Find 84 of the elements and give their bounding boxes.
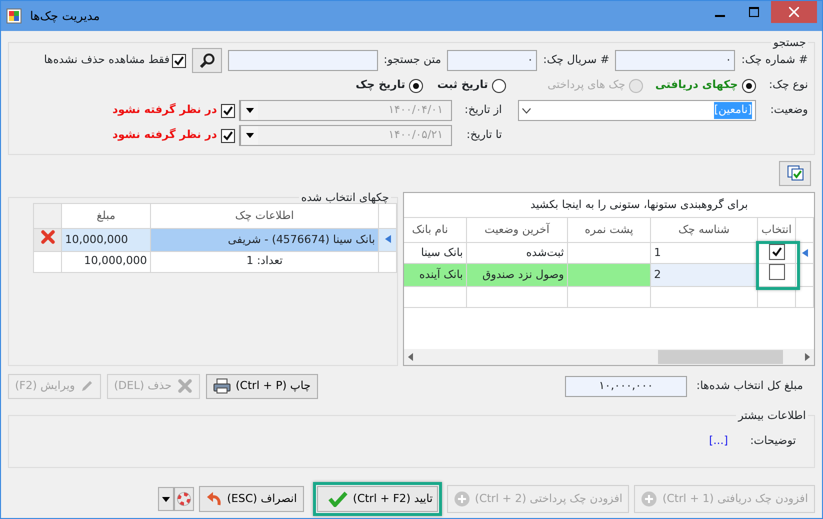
column-header[interactable]: مبلغ — [62, 204, 150, 228]
checkbox[interactable] — [172, 54, 186, 68]
table-cell: تعداد: 1 — [150, 251, 378, 272]
field-label: نوع چک: — [768, 77, 808, 94]
serial-field[interactable]: ٠ — [447, 50, 538, 71]
column-header[interactable]: آخرین وضعیت — [466, 218, 568, 242]
table-cell: بانک سینا (4576674) - شریفی — [150, 228, 378, 251]
field-label: # سریال چک: — [543, 52, 610, 68]
field-label: متن جستجو: — [384, 52, 442, 68]
radio-button[interactable] — [409, 78, 424, 92]
checkbox[interactable] — [768, 264, 784, 280]
field-value: ٠ — [527, 52, 534, 68]
chevron-icon — [522, 108, 531, 114]
checkbox[interactable] — [221, 128, 235, 142]
radio-label: چک های پرداختی — [548, 77, 626, 94]
scroll-right-icon — [805, 353, 810, 361]
printer-icon — [212, 378, 231, 394]
checkbox[interactable] — [768, 244, 784, 260]
checkbox[interactable] — [221, 104, 235, 118]
dropdown-value: [نامعین] — [714, 102, 752, 119]
field-label: وضعیت: — [769, 102, 808, 118]
field-label: # شماره چک: — [741, 52, 808, 68]
checkbox-label: در نظر گرفته نشود — [112, 102, 217, 118]
table-cell: 10,000,000 — [62, 251, 150, 272]
radio-label: چکهای دریافتی — [655, 77, 738, 94]
caret-icon — [162, 496, 170, 502]
select-all-button[interactable] — [779, 160, 811, 186]
menu-button[interactable] — [158, 487, 174, 511]
minimize-icon — [715, 15, 725, 17]
group-title: جستجو — [772, 37, 807, 48]
column-header[interactable]: انتخاب — [758, 218, 796, 242]
radio-button[interactable] — [492, 78, 506, 92]
maximize-icon — [749, 7, 759, 17]
app-icon — [6, 8, 22, 24]
scroll-left-icon — [408, 353, 413, 361]
field-label: تا تاریخ: — [465, 127, 502, 144]
delete-icon[interactable] — [40, 229, 56, 245]
field-label: مبلغ کل انتخاب شده‌ها: — [695, 378, 803, 394]
group-title: چکهای انتخاب شده — [300, 192, 390, 203]
details-link[interactable]: [...] — [709, 433, 728, 450]
horizontal-scrollbar[interactable] — [404, 349, 814, 365]
current-row-icon — [384, 235, 390, 244]
search-icon — [198, 52, 215, 68]
lifebuoy-icon — [176, 492, 191, 506]
radio-label: تاریخ ثبت — [437, 77, 488, 94]
table-cell: 10,000,000 — [62, 228, 150, 251]
field-value: ۱۴۰۰/۰۵/۲۱ — [388, 127, 443, 144]
field-value: ۱۰,۰۰۰,۰۰۰ — [598, 378, 654, 394]
field-label: توضیحات: — [750, 433, 796, 449]
dropdown-button[interactable] — [240, 101, 258, 120]
search-field[interactable] — [228, 50, 378, 71]
checklist-icon — [787, 165, 805, 181]
close-button[interactable] — [771, 1, 817, 23]
column-header[interactable]: پشت نمره — [568, 218, 650, 242]
dropdown-button[interactable] — [240, 126, 258, 145]
close-icon — [789, 7, 799, 17]
checkbox-label: فقط مشاهده حذف نشده‌ها — [44, 52, 170, 68]
search-button[interactable] — [192, 48, 222, 73]
window-title: مدیریت چک‌ها — [30, 8, 100, 25]
table-cell: وصول نزد صندوق — [466, 264, 568, 286]
field-label: از تاریخ: — [464, 102, 502, 118]
column-header[interactable]: نام بانک — [404, 218, 466, 242]
table-cell: 2 — [650, 264, 758, 286]
confirm-button[interactable]: تایید (Ctrl + F2) — [316, 486, 438, 512]
check-icon — [328, 491, 348, 507]
field-value: ۱۴۰۰/۰۴/۰۱ — [388, 102, 443, 118]
group-title: اطلاعات بیشتر — [736, 410, 807, 421]
radio-label: تاریخ چک — [356, 77, 406, 94]
column-header[interactable]: اطلاعات چک — [150, 204, 378, 228]
column-header[interactable]: شناسه چک — [650, 218, 758, 242]
print-button[interactable]: چاپ (Ctrl + P) — [206, 374, 318, 398]
radio-button[interactable] — [742, 78, 756, 92]
caret-icon — [246, 108, 254, 113]
field-value: ٠ — [726, 52, 732, 68]
caret-icon — [246, 133, 254, 138]
pencil-icon — [80, 379, 94, 393]
scroll-thumb[interactable] — [658, 350, 783, 364]
delete-icon — [176, 378, 193, 394]
checkbox-label: در نظر گرفته نشود — [112, 127, 217, 144]
cancel-button[interactable]: انصراف (ESC) — [198, 486, 304, 512]
plus-icon — [641, 491, 658, 507]
check-number-field[interactable]: ٠ — [615, 50, 736, 71]
plus-icon — [454, 491, 470, 507]
undo-icon — [206, 491, 222, 507]
